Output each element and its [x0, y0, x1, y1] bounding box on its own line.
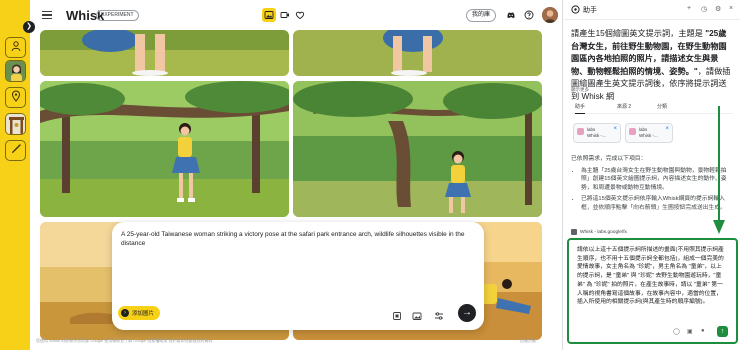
new-chat-icon[interactable]: + [687, 5, 691, 12]
assistant-tabs: 助手 來源 2 分類 [571, 103, 733, 114]
user-avatar[interactable] [542, 7, 558, 23]
experiment-badge: EXPERIMENT [96, 10, 139, 21]
left-rail [0, 0, 30, 350]
person-icon [10, 39, 22, 57]
user-message: 請產生15個繪圖英文提示詞，主題是 "25歲台灣女生，前往野生動物園，在野生動物… [571, 28, 731, 103]
scene-button[interactable] [5, 87, 26, 108]
microphone-icon[interactable]: ● [701, 328, 705, 334]
my-library-button[interactable]: 我的庫 [466, 9, 497, 22]
plus-icon: › [121, 309, 129, 317]
gallery-image[interactable] [293, 30, 542, 76]
settings-gear-icon[interactable]: ⚙ [715, 5, 721, 13]
response-bullet: 為主題「25歲台灣女生在野生動物園與動物，景物輕鬆拍照」創建15個英文繪圖提示詞… [581, 167, 729, 193]
tab-sources[interactable]: 來源 2 [617, 103, 631, 110]
subject-button[interactable] [5, 37, 26, 58]
discord-icon[interactable] [504, 8, 518, 22]
add-images-button[interactable]: › 添加圖片 [118, 306, 161, 320]
source-favicon-icon [629, 128, 636, 135]
style-button[interactable] [5, 140, 26, 161]
favorites-heart-icon[interactable] [293, 8, 307, 22]
settings-sliders-icon[interactable] [434, 308, 444, 320]
screenshot-icon[interactable]: ▣ [687, 328, 693, 335]
gallery-image[interactable] [40, 81, 289, 217]
prompt-card: A 25-year-old Taiwanese woman striking a… [112, 222, 484, 330]
video-mode-icon[interactable] [278, 8, 292, 22]
send-button[interactable]: ↑ [717, 326, 728, 337]
add-images-label: 添加圖片 [132, 311, 155, 317]
source-subtitle: Whisk -... [639, 133, 658, 138]
assistant-logo-icon [571, 5, 580, 14]
gallery-image[interactable] [293, 81, 542, 217]
close-icon[interactable]: × [729, 5, 733, 12]
remove-source-icon[interactable]: × [665, 126, 669, 132]
message-text: 請產生15個繪圖英文提示詞，主題是 [571, 29, 706, 38]
report-link[interactable]: 回報活動 [520, 338, 536, 344]
generate-arrow-button[interactable]: → [458, 304, 476, 322]
source-subtitle: Whisk -... [587, 133, 606, 138]
history-icon[interactable]: ◷ [701, 5, 707, 13]
tab-categories[interactable]: 分類 [657, 103, 667, 110]
show-more-link[interactable]: 顯示更多 [571, 87, 589, 93]
portrait-image [6, 61, 25, 81]
tab-favicon-icon [571, 229, 577, 235]
brush-icon [10, 142, 22, 160]
image-preview-icon[interactable] [412, 308, 422, 320]
image-mode-icon[interactable] [262, 8, 276, 22]
help-icon[interactable] [522, 8, 536, 22]
attach-icon[interactable]: ◯ [673, 328, 680, 335]
composer-input[interactable]: 請依以上這十五個提示詞所描述的畫面(不用照其提示詞產生順序，也不用十五個提示詞全… [577, 246, 727, 307]
source-card[interactable]: labs Whisk -... × [625, 123, 673, 143]
scene-thumb[interactable] [5, 113, 26, 135]
assistant-header: 助手 + ◷ ⚙ × [563, 0, 740, 20]
assistant-response: 已依照需求，完成以下項目： 為主題「25歲台灣女生在野生動物園與動物，景物輕鬆拍… [571, 155, 729, 213]
assistant-title: 助手 [583, 7, 597, 14]
page-context-label: Whisk - labs.google/fx [580, 229, 627, 235]
menu-icon[interactable] [42, 11, 52, 19]
prompt-input[interactable]: A 25-year-old Taiwanese woman striking a… [121, 231, 471, 248]
annotation-arrow [713, 106, 725, 234]
footer-disclaimer: 您使用 Whisk 時即表示您同意 Google 使用條款並了解 Google … [36, 338, 213, 343]
aspect-ratio-icon[interactable] [392, 308, 402, 320]
remove-source-icon[interactable]: × [613, 126, 617, 132]
gallery-image[interactable] [40, 30, 289, 76]
page-context-chip[interactable]: Whisk - labs.google/fx [571, 229, 627, 235]
portrait-thumb[interactable] [5, 60, 26, 82]
source-favicon-icon [577, 128, 584, 135]
response-status: 已依照需求，完成以下項目： [571, 156, 647, 162]
scene-image [6, 114, 25, 134]
tab-assistant[interactable]: 助手 [575, 103, 586, 114]
location-pin-icon [10, 89, 22, 107]
collapse-rail-icon[interactable]: ❯ [23, 21, 35, 33]
assistant-composer[interactable]: 請依以上這十五個提示詞所描述的畫面(不用照其提示詞產生順序，也不用十五個提示詞全… [567, 238, 738, 344]
source-card[interactable]: labs Whisk -... × [573, 123, 621, 143]
top-bar: Whisk EXPERIMENT 我的庫 [30, 0, 562, 30]
